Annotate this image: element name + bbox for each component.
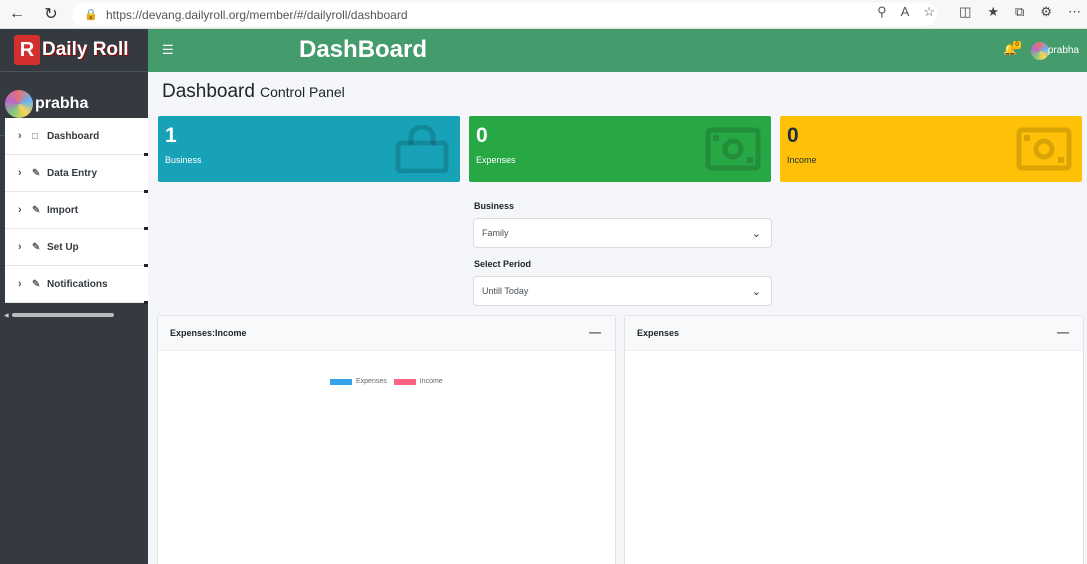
card-header: Expenses — (625, 316, 1083, 351)
header-user-name[interactable]: prabha (1048, 45, 1079, 56)
sidebar-item-data-entry[interactable]: › ✎ Data Entry (5, 155, 148, 193)
lock-icon: 🔒 (84, 9, 98, 21)
sidebar-item-import[interactable]: › ✎ Import (5, 192, 148, 230)
top-navbar: ☰ DashBoard 🔔 0 prabha (148, 29, 1087, 72)
legend-swatch (393, 378, 416, 385)
stat-value: 0 (787, 124, 799, 147)
legend-label: Expenses (356, 378, 387, 385)
chevron-right-icon: › (18, 204, 22, 216)
stat-box-expenses[interactable]: 0 Expenses (469, 116, 771, 182)
sidebar-item-dashboard[interactable]: › □ Dashboard (5, 118, 148, 156)
sidebar-item-label: Dashboard (47, 130, 100, 142)
stat-box-business[interactable]: 1 Business (158, 116, 460, 182)
favorites-icon[interactable]: ★ (987, 4, 999, 20)
content-header: Dashboard Control Panel (162, 81, 345, 103)
stat-value: 0 (476, 124, 488, 147)
avatar (5, 89, 33, 118)
sidebar-item-label: Data Entry (47, 167, 98, 179)
collapse-icon[interactable]: — (1057, 325, 1069, 339)
file-icon: □ (32, 130, 39, 142)
stat-label: Income (787, 155, 817, 165)
card-title: Expenses:Income (170, 328, 247, 338)
scroll-thumb[interactable] (12, 313, 114, 317)
expenses-card: Expenses — (624, 315, 1084, 564)
refresh-icon[interactable]: ↻ (34, 0, 68, 29)
header-avatar[interactable] (1031, 42, 1049, 60)
notification-badge: 0 (1013, 41, 1021, 49)
user-name: prabha (35, 94, 89, 112)
sidebar-item-set-up[interactable]: › ✎ Set Up (5, 229, 148, 267)
card-header: Expenses:Income — (158, 316, 615, 351)
stat-value: 1 (165, 124, 177, 147)
chevron-down-icon: ⌄ (751, 228, 761, 240)
chevron-down-icon: ⌄ (751, 286, 761, 298)
chevron-right-icon: › (18, 241, 22, 253)
legend-swatch (330, 378, 352, 385)
more-icon[interactable]: ⋯ (1068, 4, 1081, 20)
scroll-left-icon[interactable]: ◀ (4, 312, 10, 319)
period-label: Select Period (474, 259, 532, 269)
shopping-bag-icon (395, 125, 449, 173)
expenses-income-card: Expenses:Income — Expenses Income (157, 315, 616, 564)
legend-item-income[interactable]: Income (393, 378, 443, 385)
money-icon (1016, 127, 1072, 171)
chevron-right-icon: › (18, 130, 22, 142)
sidebar-item-label: Set Up (47, 241, 79, 253)
sidebar-item-notifications[interactable]: › ✎ Notifications (5, 266, 148, 304)
stat-box-income[interactable]: 0 Income (780, 116, 1082, 182)
chevron-right-icon: › (18, 278, 22, 290)
extension-icon[interactable]: ⚙ (1040, 4, 1052, 20)
pencil-icon: ✎ (32, 204, 41, 216)
legend-label: Income (419, 378, 443, 385)
card-title: Expenses (637, 328, 680, 338)
back-icon[interactable]: ← (0, 0, 34, 29)
zoom-icon[interactable]: ⚲ (877, 4, 887, 20)
header-title: DashBoard (299, 36, 428, 63)
business-select[interactable]: Family ⌄ (473, 218, 772, 248)
pencil-icon: ✎ (32, 167, 41, 179)
browser-toolbar: ← ↻ 🔒 https://devang.dailyroll.org/membe… (0, 0, 1087, 29)
chart-legend: Expenses Income (330, 378, 450, 385)
business-select-value: Family (482, 228, 509, 238)
hamburger-menu-icon[interactable]: ☰ (162, 42, 174, 58)
read-aloud-icon[interactable]: A (901, 4, 910, 20)
chevron-right-icon: › (18, 167, 22, 179)
sidebar-item-label: Notifications (47, 278, 108, 290)
legend-item-expenses[interactable]: Expenses (330, 378, 387, 385)
business-label: Business (474, 201, 515, 211)
period-select[interactable]: Untill Today ⌄ (473, 276, 772, 306)
collections-icon[interactable]: ⧉ (1015, 4, 1024, 20)
period-select-value: Untill Today (482, 286, 529, 296)
split-screen-icon[interactable]: ◫ (959, 4, 971, 20)
sidebar-item-label: Import (47, 204, 79, 216)
sidebar-menu: › □ Dashboard › ✎ Data Entry › ✎ Import … (5, 118, 148, 304)
pencil-icon: ✎ (32, 278, 41, 290)
sidebar-scrollbar[interactable]: ◀ (4, 311, 146, 319)
logo-mark: R (14, 35, 40, 65)
address-bar[interactable]: 🔒 https://devang.dailyroll.org/member/#/… (72, 3, 937, 26)
favorite-star-icon[interactable]: ☆ (923, 4, 935, 20)
stat-label: Expenses (476, 155, 516, 165)
brand-logo[interactable]: R Daily Roll (0, 29, 148, 72)
page-subtitle: Control Panel (259, 84, 345, 100)
stat-label: Business (165, 155, 202, 165)
collapse-icon[interactable]: — (589, 325, 601, 339)
page-title: Dashboard (162, 81, 255, 102)
money-icon (705, 127, 761, 171)
url-text: https://devang.dailyroll.org/member/#/da… (106, 7, 408, 22)
logo-text: Daily Roll (42, 39, 129, 60)
pencil-icon: ✎ (32, 241, 41, 253)
